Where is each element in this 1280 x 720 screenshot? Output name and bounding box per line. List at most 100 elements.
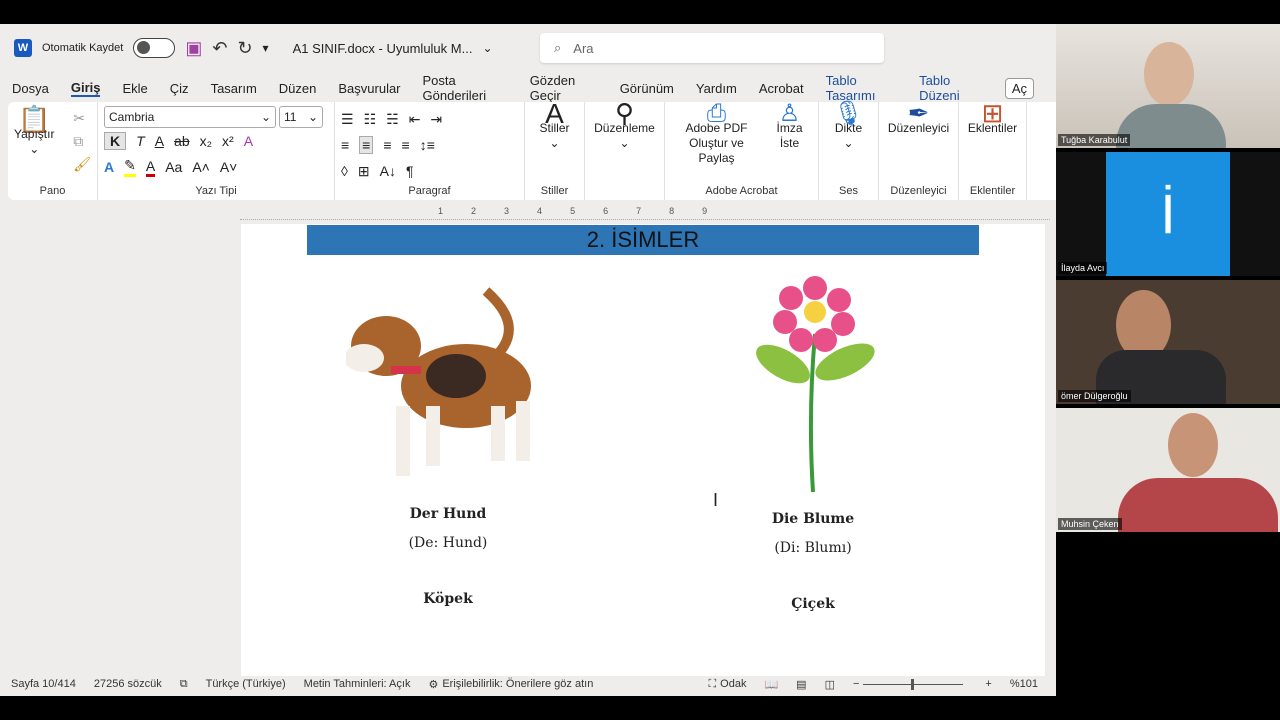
highlight-icon[interactable]: ✎ xyxy=(124,157,136,177)
page-count[interactable]: Sayfa 10/414 xyxy=(11,678,76,690)
search-box[interactable]: ⌕ Ara xyxy=(540,33,884,63)
align-left-icon[interactable]: ≡ xyxy=(341,137,349,153)
adobe-pdf-button[interactable]: ⎙ Adobe PDF Oluştur ve Paylaş xyxy=(676,100,758,196)
multilevel-icon[interactable]: ☵ xyxy=(386,111,399,128)
format-painter-icon[interactable]: 🖌 xyxy=(73,156,91,173)
redo-icon[interactable]: ↻ xyxy=(237,38,252,59)
text-effects-icon[interactable]: A xyxy=(104,159,114,175)
line-spacing-icon[interactable]: ↕≡ xyxy=(420,137,435,153)
tab-basvurular[interactable]: Başvurular xyxy=(338,81,400,96)
copy-icon[interactable]: ⧉ xyxy=(73,133,91,150)
underline-button[interactable]: A xyxy=(155,133,164,149)
zoom-level[interactable]: %101 xyxy=(1010,678,1038,690)
text-predictions[interactable]: Metin Tahminleri: Açık xyxy=(304,678,411,690)
menu-bar: Dosya Giriş Ekle Çiz Tasarım Düzen Başvu… xyxy=(0,73,1056,103)
ruler-number: 7 xyxy=(636,206,642,216)
tab-ekle[interactable]: Ekle xyxy=(122,81,147,96)
editor-pen-icon: ✒ xyxy=(907,98,930,128)
ruler-number: 1 xyxy=(438,206,444,216)
zoom-slider[interactable]: − + xyxy=(853,678,992,690)
editor-button[interactable]: ✒ Düzenleyici xyxy=(885,98,952,136)
participant-name: ömer Dülgeroğlu xyxy=(1058,390,1131,402)
customize-qat-icon[interactable]: ▾ xyxy=(263,41,269,55)
word-logo-icon: W xyxy=(14,39,32,57)
font-name-select[interactable]: Cambria ⌄ xyxy=(104,106,276,128)
ruler-number: 6 xyxy=(603,206,609,216)
tab-yardim[interactable]: Yardım xyxy=(696,81,737,96)
document-page[interactable]: 2. İSİMLER Der Hund (De: Hund) Köpek Die… xyxy=(241,224,1045,676)
request-signature-button[interactable]: ♙ İmza İste xyxy=(772,100,808,196)
pronunciation-hund: (De: Hund) xyxy=(408,535,488,551)
italic-button[interactable]: T xyxy=(136,133,145,149)
participant-name: Muhsin Çeken xyxy=(1058,518,1122,530)
addins-button[interactable]: ⊞ Eklentiler xyxy=(965,98,1020,136)
shrink-font-icon[interactable]: A˅ xyxy=(220,159,238,175)
strikethrough-button[interactable]: ab xyxy=(174,133,190,149)
increase-indent-icon[interactable]: ⇥ xyxy=(430,111,442,128)
editing-button[interactable]: ⚲ Düzenleme ⌄ xyxy=(591,100,658,151)
borders-icon[interactable]: ⊞ xyxy=(358,163,370,180)
tab-acrobat[interactable]: Acrobat xyxy=(759,81,804,96)
web-layout-icon[interactable]: ◫ xyxy=(825,678,835,691)
dictate-button[interactable]: 🎙 Dikte ⌄ xyxy=(825,100,872,151)
font-color-icon[interactable]: A xyxy=(145,158,156,177)
undo-icon[interactable]: ↶ xyxy=(212,38,227,59)
focus-button[interactable]: Odak xyxy=(720,678,746,690)
horizontal-ruler[interactable]: 1 2 3 4 5 6 7 8 9 xyxy=(240,206,1050,220)
word-die-blume: Die Blume xyxy=(771,511,855,527)
ruler-number: 2 xyxy=(471,206,477,216)
justify-icon[interactable]: ≡ xyxy=(402,137,410,153)
focus-icon: ⛶ xyxy=(708,677,717,690)
chevron-down-icon[interactable]: ⌄ xyxy=(482,41,492,55)
autosave-toggle[interactable] xyxy=(133,38,176,58)
print-layout-icon[interactable]: ▤ xyxy=(796,678,806,691)
tab-duzen[interactable]: Düzen xyxy=(279,81,317,96)
bold-button[interactable]: K xyxy=(104,132,127,150)
pilcrow-icon[interactable]: ¶ xyxy=(406,163,414,179)
tab-ciz[interactable]: Çiz xyxy=(170,81,189,96)
align-right-icon[interactable]: ≡ xyxy=(383,137,391,153)
decrease-indent-icon[interactable]: ⇤ xyxy=(409,111,421,128)
ruler-number: 3 xyxy=(504,206,510,216)
participant-tile[interactable]: Muhsin Çeken xyxy=(1056,408,1280,532)
tab-tasarim[interactable]: Tasarım xyxy=(211,81,257,96)
language[interactable]: Türkçe (Türkiye) xyxy=(206,678,286,690)
tab-posta[interactable]: Posta Gönderileri xyxy=(423,73,508,103)
participant-tile[interactable]: İ İlayda Avcı xyxy=(1056,152,1280,276)
pdf-share-icon: ⎙ xyxy=(706,100,727,127)
superscript-button[interactable]: x² xyxy=(222,133,234,149)
sort-icon[interactable]: A↓ xyxy=(380,163,396,179)
change-case-icon[interactable]: Aa xyxy=(165,159,182,175)
tab-tablo-tasarimi[interactable]: Tablo Tasarımı xyxy=(826,73,897,103)
group-stiller: A Stiller ⌄ Stiller xyxy=(525,100,585,200)
subscript-button[interactable]: x₂ xyxy=(200,133,212,149)
read-mode-icon[interactable]: 📖 xyxy=(764,678,778,691)
participant-tile[interactable]: Tuğba Karabulut xyxy=(1056,24,1280,148)
participant-initial: İ xyxy=(1106,152,1230,276)
cut-icon[interactable]: ✂ xyxy=(73,110,91,127)
accessibility-status[interactable]: Erişilebilirlik: Önerilere göz atın xyxy=(442,678,593,690)
save-icon[interactable]: ▣ xyxy=(185,38,202,59)
clear-format-icon[interactable]: A xyxy=(244,133,253,149)
proofing-icon[interactable]: ⧉ xyxy=(180,678,188,691)
tab-dosya[interactable]: Dosya xyxy=(12,81,49,96)
styles-button[interactable]: A Stiller ⌄ xyxy=(531,100,578,151)
comments-button[interactable]: Aç xyxy=(1004,77,1034,99)
paste-button[interactable]: 📋 Yapıştır ⌄ xyxy=(14,106,54,157)
grow-font-icon[interactable]: A˄ xyxy=(192,159,210,175)
tab-gorunum[interactable]: Görünüm xyxy=(620,81,674,96)
bullets-icon[interactable]: ☰ xyxy=(341,111,354,128)
signature-icon: ♙ xyxy=(778,100,801,127)
word-count[interactable]: 27256 sözcük xyxy=(94,678,162,690)
microphone-icon: 🎙 xyxy=(833,100,864,127)
shading-icon[interactable]: ◊ xyxy=(341,163,348,179)
numbering-icon[interactable]: ☷ xyxy=(364,111,377,128)
document-title[interactable]: A1 SINIF.docx - Uyumluluk M... xyxy=(293,41,473,56)
font-size-select[interactable]: 11 ⌄ xyxy=(279,106,323,128)
tab-giris[interactable]: Giriş xyxy=(70,80,101,97)
addins-grid-icon: ⊞ xyxy=(981,98,1004,128)
group-eklentiler: ⊞ Eklentiler Eklentiler xyxy=(959,98,1027,200)
align-center-icon[interactable]: ≡ xyxy=(359,136,374,154)
participant-name: Tuğba Karabulut xyxy=(1058,134,1131,146)
participant-tile[interactable]: ömer Dülgeroğlu xyxy=(1056,280,1280,404)
